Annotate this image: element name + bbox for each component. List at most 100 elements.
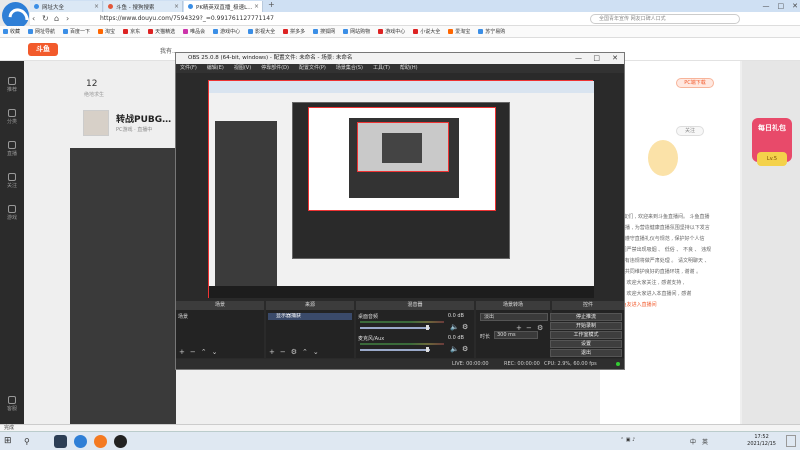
home-icon[interactable]: ⌂ [54, 14, 59, 23]
streamer-avatar[interactable] [83, 110, 109, 136]
bookmark-item[interactable]: 京东 [123, 28, 140, 35]
menu-scene-collection[interactable]: 场景集合(S) [336, 64, 363, 73]
nav-item-recommend[interactable]: 推荐 [4, 77, 20, 93]
bookmark-item[interactable]: 网站购物 [343, 28, 370, 35]
bookmark-item[interactable]: 天猫精选 [148, 28, 175, 35]
notification-icon[interactable] [786, 435, 796, 447]
app-icon[interactable] [94, 435, 107, 448]
nav-item-game[interactable]: 游戏 [4, 205, 20, 221]
obs-preview[interactable] [208, 80, 594, 298]
start-recording-button[interactable]: 开始录制 [550, 322, 622, 330]
bookmark-item[interactable]: 唯品会 [183, 28, 205, 35]
task-view-icon[interactable] [54, 435, 67, 448]
volume-slider[interactable] [360, 349, 430, 351]
douyu-logo[interactable]: 斗鱼 [28, 43, 58, 56]
maximize-icon[interactable]: □ [593, 53, 600, 64]
bookmark-item[interactable]: 游戏中心 [378, 28, 405, 35]
preview-nested-obs-2 [349, 118, 459, 198]
close-icon[interactable]: × [94, 3, 99, 10]
pc-download-button[interactable]: PC端下载 [676, 78, 714, 88]
ime-indicator[interactable]: 中 [690, 437, 696, 446]
ime-indicator[interactable]: 英 [702, 437, 708, 446]
mascot-image [648, 140, 678, 176]
bookmark-item[interactable]: 小说大全 [413, 28, 440, 35]
scene-item[interactable]: 场景 [178, 313, 188, 320]
gear-icon[interactable]: ⚙ [462, 323, 468, 331]
forward-icon[interactable]: › [66, 14, 69, 23]
tab-search[interactable]: 斗鱼 - 搜狗搜索 × [104, 1, 183, 12]
address-toolbar: ‹ ↻ ⌂ › https://www.douyu.com/7594329?_=… [30, 12, 800, 26]
studio-mode-button[interactable]: 工作室模式 [550, 331, 622, 339]
volume-slider[interactable] [360, 327, 430, 329]
menu-edit[interactable]: 编辑(E) [207, 64, 224, 73]
add-icon[interactable]: + [269, 348, 275, 356]
up-icon[interactable]: ⌃ [302, 348, 308, 356]
remove-icon[interactable]: − [280, 348, 286, 356]
obs-menubar: 文件(F) 编辑(E) 视图(V) 停靠部件(D) 配置文件(P) 场景集合(S… [176, 64, 624, 73]
back-icon[interactable]: ‹ [32, 14, 35, 23]
gear-icon[interactable]: ⚙ [462, 345, 468, 353]
menu-tools[interactable]: 工具(T) [373, 64, 390, 73]
maximize-icon[interactable]: □ [778, 2, 785, 10]
add-icon[interactable]: + [179, 348, 185, 356]
nav-item-category[interactable]: 分类 [4, 109, 20, 125]
volume-handle[interactable] [426, 347, 429, 352]
system-clock[interactable]: 17:52 2021/12/15 [747, 434, 776, 448]
search-input[interactable]: 全国青年宣传 网友口碑人口式 [590, 14, 740, 24]
menu-file[interactable]: 文件(F) [180, 64, 197, 73]
close-icon[interactable]: × [174, 3, 179, 10]
menu-docks[interactable]: 停靠部件(D) [261, 64, 289, 73]
nav-item-service[interactable]: 客服 [4, 396, 20, 412]
down-icon[interactable]: ⌄ [212, 348, 218, 356]
tab-nav-home[interactable]: 网址大全 × [30, 1, 103, 12]
close-window-icon[interactable]: ✕ [792, 2, 798, 10]
menu-view[interactable]: 视图(V) [234, 64, 251, 73]
close-icon[interactable]: × [254, 3, 259, 10]
exit-button[interactable]: 退出 [550, 349, 622, 357]
speaker-icon[interactable]: 🔈 [450, 323, 459, 331]
remove-icon[interactable]: − [190, 348, 196, 356]
settings-button[interactable]: 设置 [550, 340, 622, 348]
category-count: 12 [86, 79, 98, 89]
bookmark-item[interactable]: 游戏中心 [213, 28, 240, 35]
down-icon[interactable]: ⌄ [313, 348, 319, 356]
minimize-icon[interactable]: — [763, 2, 770, 10]
refresh-icon[interactable]: ↻ [42, 14, 49, 23]
sogou-browser-icon[interactable] [74, 435, 87, 448]
tray-icons[interactable]: ⌃ ▣ ♪ [620, 437, 635, 443]
bookmark-item[interactable]: 苏宁易购 [478, 28, 505, 35]
obs-icon[interactable] [114, 435, 127, 448]
tab-douyu[interactable]: PK精英双直播_极速L... × [184, 1, 263, 12]
search-icon[interactable]: ⚲ [24, 435, 37, 448]
bookmark-item[interactable]: 影视大全 [248, 28, 275, 35]
new-tab-icon[interactable]: + [268, 0, 275, 9]
windows-start-icon[interactable]: ⊞ [4, 435, 17, 448]
live-timer: LIVE: 00:00:00 [452, 361, 489, 367]
stop-streaming-button[interactable]: 停止推流 [550, 313, 622, 321]
video-player[interactable] [70, 148, 176, 424]
nav-item-live[interactable]: 直播 [4, 141, 20, 157]
gear-icon[interactable]: ⚙ [291, 348, 297, 356]
tab-label: 斗鱼 - 搜狗搜索 [116, 4, 155, 11]
duration-input[interactable]: 300 ms [494, 331, 538, 339]
bookmark-item[interactable]: 拼多多 [283, 28, 305, 35]
browser-logo[interactable] [2, 2, 29, 29]
bookmark-item[interactable]: 网址导航 [28, 28, 55, 35]
bookmark-item[interactable]: 搜狐网 [313, 28, 335, 35]
minimize-icon[interactable]: — [575, 53, 582, 64]
bookmark-item[interactable]: 百度一下 [63, 28, 90, 35]
menu-profile[interactable]: 配置文件(P) [299, 64, 326, 73]
speaker-icon[interactable]: 🔈 [450, 345, 459, 353]
up-icon[interactable]: ⌃ [201, 348, 207, 356]
source-item[interactable]: 显示器捕获 [268, 313, 352, 320]
url-input[interactable]: https://www.douyu.com/7594329?_=0.991761… [100, 14, 580, 24]
volume-handle[interactable] [426, 325, 429, 330]
follow-button[interactable]: 关注 [676, 126, 704, 136]
close-icon[interactable]: ✕ [612, 53, 618, 64]
nav-item-follow[interactable]: 关注 [4, 173, 20, 189]
bookmark-item[interactable]: 收藏 [3, 28, 20, 35]
transition-select[interactable]: 淡出 [480, 313, 548, 321]
bookmark-item[interactable]: 爱淘宝 [448, 28, 470, 35]
bookmark-item[interactable]: 淘宝 [98, 28, 115, 35]
menu-help[interactable]: 帮助(H) [400, 64, 418, 73]
